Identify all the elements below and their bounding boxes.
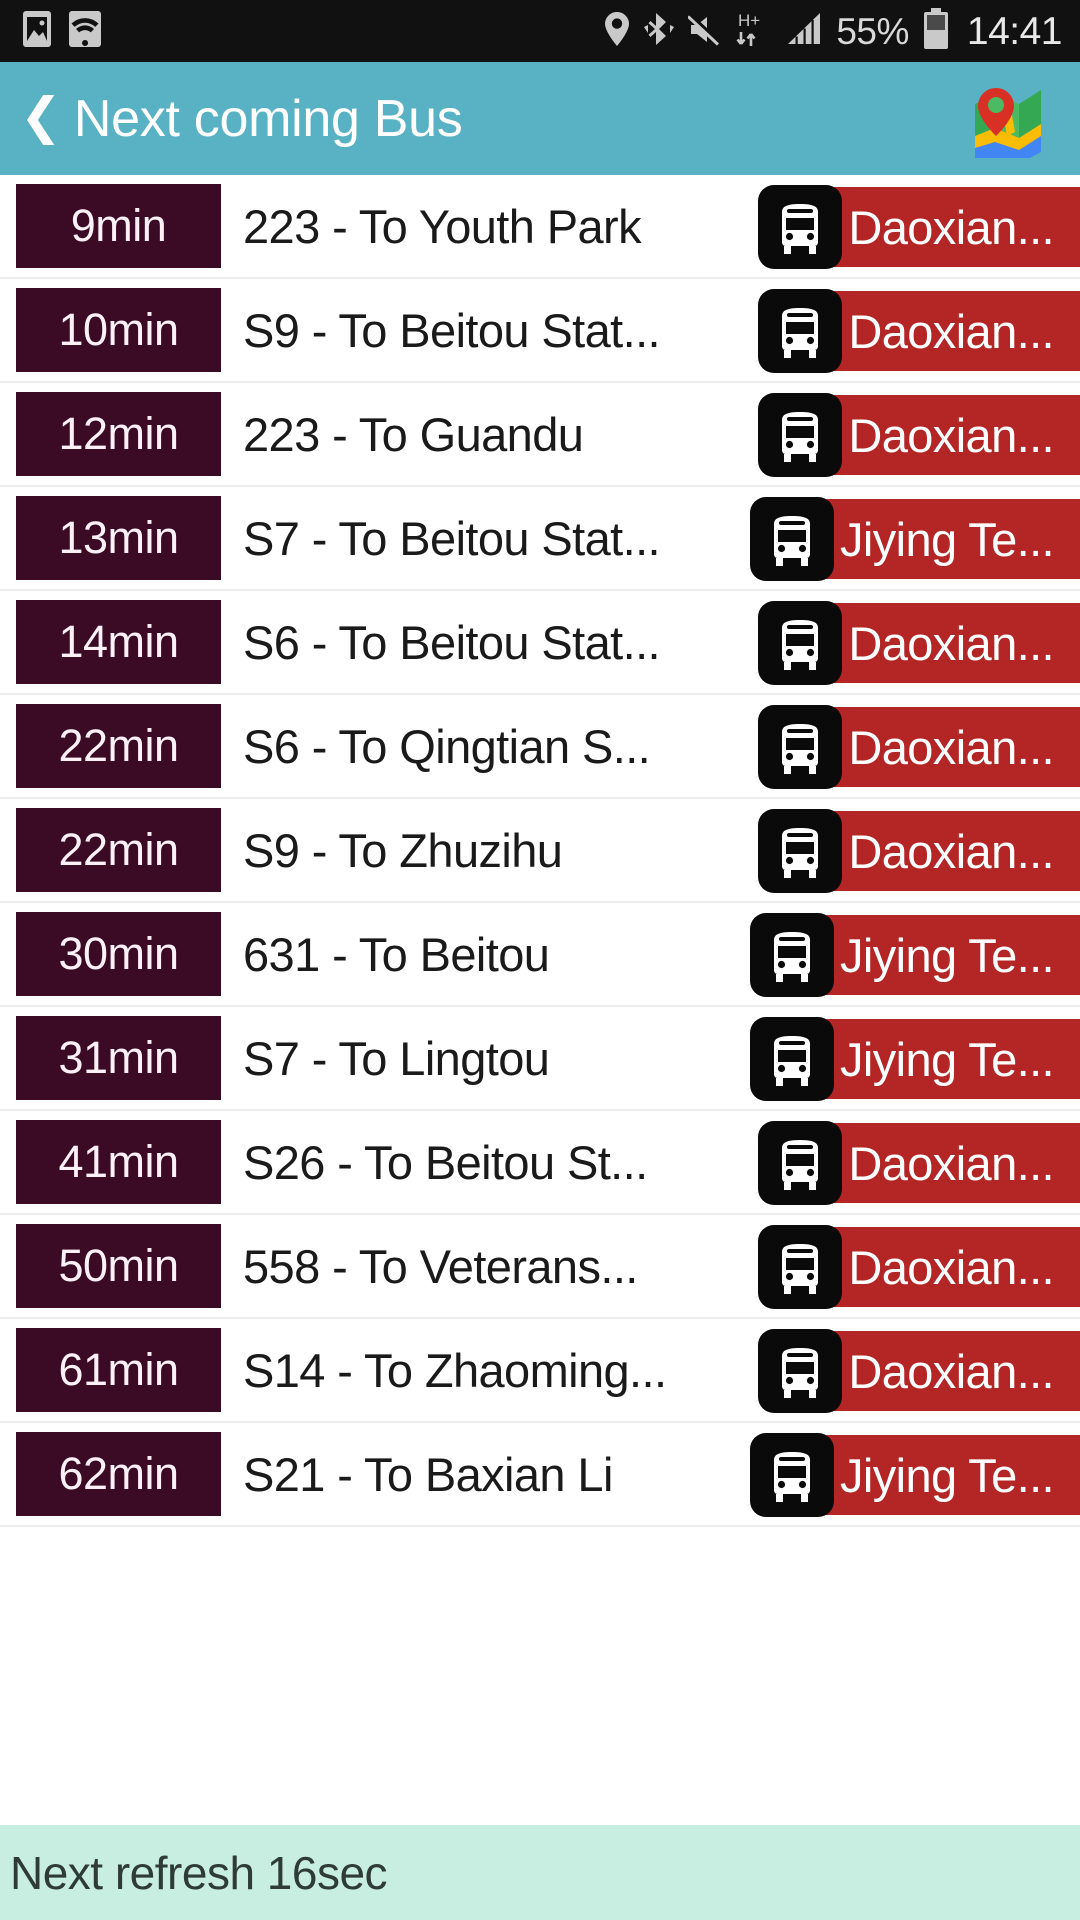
stop-pill[interactable]: Daoxian... — [758, 289, 1080, 373]
back-button[interactable]: ❮ — [14, 91, 70, 147]
bus-icon — [758, 809, 843, 893]
table-row[interactable]: 22min S9 - To Zhuzihu Daoxian... — [0, 799, 1080, 903]
bus-icon — [750, 1433, 834, 1517]
stop-label: Daoxian... — [848, 304, 1054, 358]
refresh-status-bar: Next refresh 16sec — [0, 1825, 1080, 1920]
table-row[interactable]: 22min S6 - To Qingtian S... Daoxian... — [0, 695, 1080, 799]
bus-icon — [758, 289, 843, 373]
stop-pill[interactable]: Daoxian... — [758, 1225, 1080, 1309]
bus-icon — [758, 705, 843, 789]
bus-icon — [750, 1017, 834, 1101]
table-row[interactable]: 50min 558 - To Veterans... Daoxian... — [0, 1215, 1080, 1319]
stop-pill[interactable]: Daoxian... — [758, 809, 1080, 893]
eta-badge: 41min — [16, 1120, 221, 1204]
eta-badge: 22min — [16, 704, 221, 788]
mute-icon — [687, 12, 722, 51]
eta-badge: 22min — [16, 808, 221, 892]
eta-badge: 10min — [16, 288, 221, 372]
stop-label: Daoxian... — [848, 1136, 1054, 1190]
eta-badge: 61min — [16, 1328, 221, 1412]
eta-badge: 9min — [16, 184, 221, 268]
table-row[interactable]: 41min S26 - To Beitou St... Daoxian... — [0, 1111, 1080, 1215]
eta-badge: 62min — [16, 1432, 221, 1516]
stop-label: Jiying Te... — [840, 1032, 1054, 1086]
stop-pill[interactable]: Daoxian... — [758, 601, 1080, 685]
stop-label: Daoxian... — [848, 720, 1054, 774]
table-row[interactable]: 12min 223 - To Guandu Daoxian... — [0, 383, 1080, 487]
stop-label: Daoxian... — [848, 824, 1054, 878]
clock-label: 14:41 — [966, 9, 1063, 53]
status-bar-right-icons: H+ 55% 14:41 — [604, 7, 1063, 55]
stop-pill[interactable]: Daoxian... — [758, 705, 1080, 789]
eta-badge: 14min — [16, 600, 221, 684]
status-bar-left-icons — [22, 10, 102, 53]
stop-label: Daoxian... — [848, 1344, 1054, 1398]
table-row[interactable]: 62min S21 - To Baxian Li Jiying Te... — [0, 1423, 1080, 1527]
table-row[interactable]: 61min S14 - To Zhaoming... Daoxian... — [0, 1319, 1080, 1423]
wifi-icon — [68, 10, 102, 53]
eta-badge: 50min — [16, 1224, 221, 1308]
stop-pill[interactable]: Jiying Te... — [750, 1433, 1080, 1517]
eta-badge: 12min — [16, 392, 221, 476]
battery-icon — [923, 7, 949, 55]
eta-badge: 31min — [16, 1016, 221, 1100]
refresh-countdown-label: Next refresh 16sec — [10, 1846, 388, 1899]
app-header: ❮ Next coming Bus — [0, 62, 1080, 175]
bus-icon — [758, 1225, 843, 1309]
google-maps-icon — [969, 74, 1055, 166]
bluetooth-icon — [644, 10, 675, 53]
table-row[interactable]: 10min S9 - To Beitou Stat... Daoxian... — [0, 279, 1080, 383]
page-title: Next coming Bus — [73, 89, 463, 148]
stop-pill[interactable]: Daoxian... — [758, 1121, 1080, 1205]
stop-label: Jiying Te... — [840, 512, 1054, 566]
stop-pill[interactable]: Jiying Te... — [750, 1017, 1080, 1101]
bus-icon — [750, 913, 834, 997]
hsdpa-icon: H+ — [736, 9, 772, 54]
stop-label: Daoxian... — [848, 408, 1054, 462]
stop-label: Daoxian... — [848, 616, 1054, 670]
signal-icon — [786, 12, 822, 51]
stop-pill[interactable]: Daoxian... — [758, 1329, 1080, 1413]
table-row[interactable]: 30min 631 - To Beitou Jiying Te... — [0, 903, 1080, 1007]
stop-pill[interactable]: Jiying Te... — [750, 497, 1080, 581]
eta-badge: 30min — [16, 912, 221, 996]
table-row[interactable]: 31min S7 - To Lingtou Jiying Te... — [0, 1007, 1080, 1111]
stop-pill[interactable]: Daoxian... — [758, 185, 1080, 269]
screenshot-icon — [22, 10, 52, 53]
bus-icon — [758, 185, 843, 269]
location-icon — [604, 10, 630, 53]
stop-label: Daoxian... — [848, 200, 1054, 254]
table-row[interactable]: 14min S6 - To Beitou Stat... Daoxian... — [0, 591, 1080, 695]
bus-icon — [758, 1329, 843, 1413]
table-row[interactable]: 13min S7 - To Beitou Stat... Jiying Te... — [0, 487, 1080, 591]
battery-percent-label: 55% — [836, 10, 909, 52]
bus-icon — [758, 393, 843, 477]
map-button[interactable] — [966, 74, 1058, 166]
bus-icon — [758, 1121, 843, 1205]
stop-pill[interactable]: Daoxian... — [758, 393, 1080, 477]
bus-arrival-list[interactable]: 9min 223 - To Youth Park Daoxian... 10min S9… — [0, 175, 1080, 1825]
stop-label: Daoxian... — [848, 1240, 1054, 1294]
stop-pill[interactable]: Jiying Te... — [750, 913, 1080, 997]
stop-label: Jiying Te... — [840, 1448, 1054, 1502]
android-status-bar: H+ 55% 14:41 — [0, 0, 1080, 62]
table-row[interactable]: 9min 223 - To Youth Park Daoxian... — [0, 175, 1080, 279]
bus-icon — [750, 497, 834, 581]
stop-label: Jiying Te... — [840, 928, 1054, 982]
eta-badge: 13min — [16, 496, 221, 580]
svg-text:H+: H+ — [738, 11, 760, 30]
bus-icon — [758, 601, 843, 685]
